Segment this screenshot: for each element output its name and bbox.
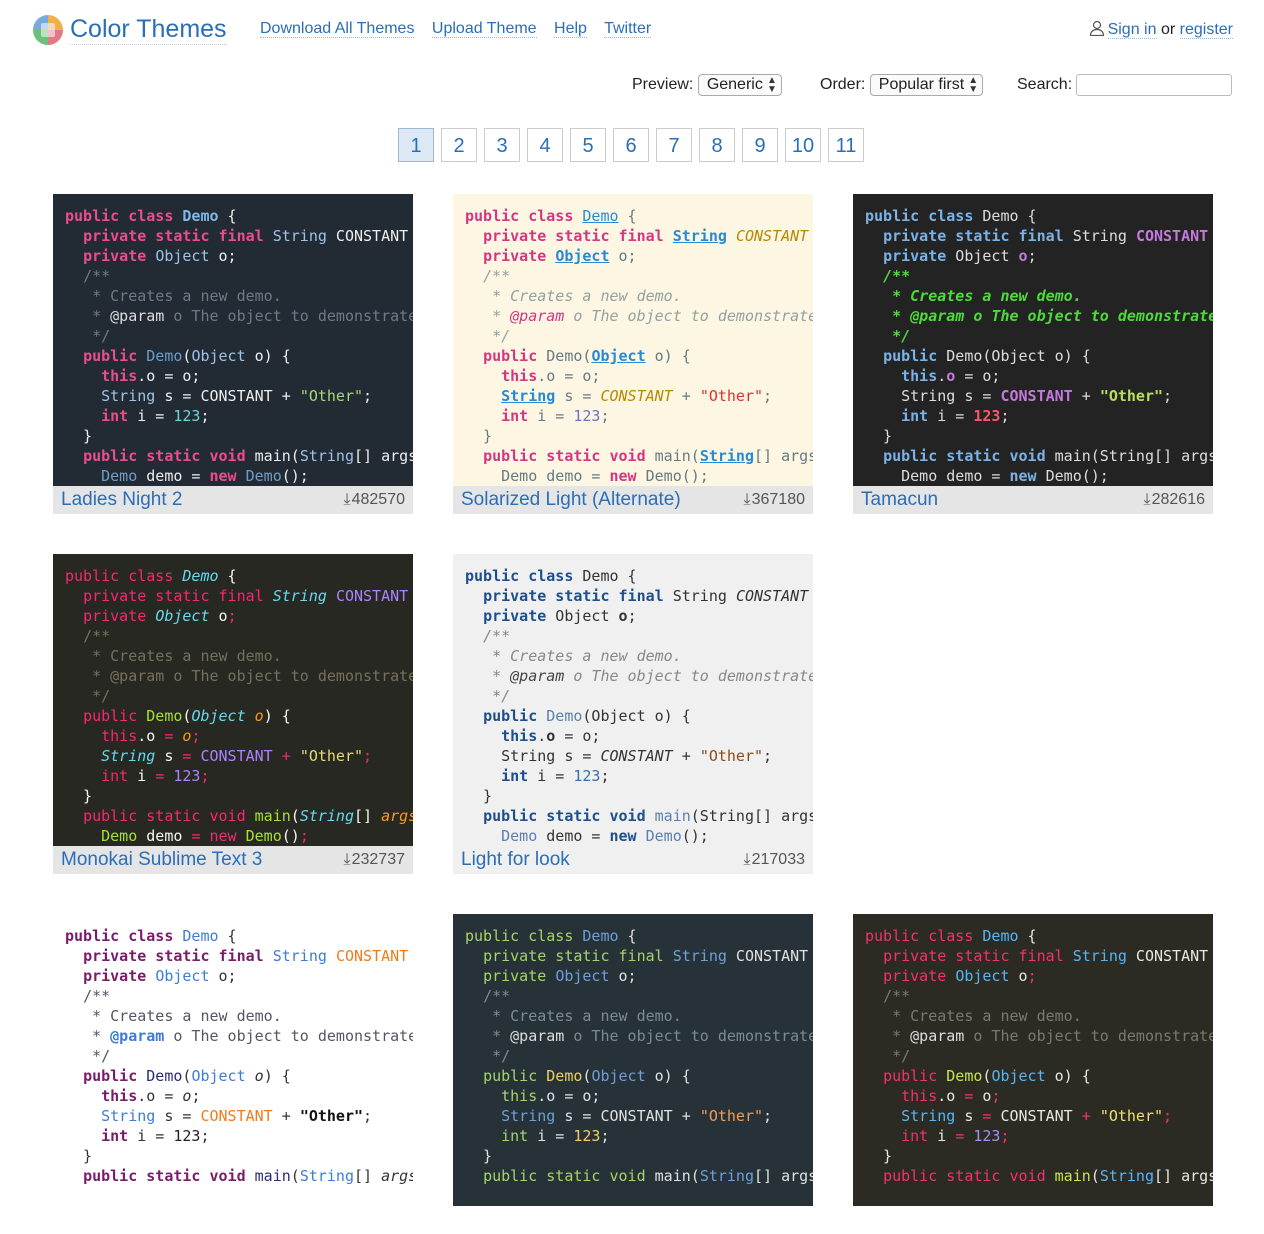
theme-card[interactable]: public class Demo { private static final… [853, 194, 1213, 514]
nav-twitter[interactable]: Twitter [604, 20, 652, 38]
order-select[interactable]: Popular first ▲ ▼ [869, 74, 984, 96]
user-icon [1089, 20, 1104, 36]
download-icon: ⤓ [743, 491, 751, 508]
logo-icon[interactable] [33, 15, 63, 45]
theme-name-link[interactable]: Solarized Light (Alternate) [461, 489, 681, 511]
select-arrows-icon: ▲ ▼ [766, 75, 777, 95]
theme-name-link[interactable]: Tamacun [861, 489, 938, 511]
theme-footer: Tamacun ⤓282616 [853, 486, 1213, 514]
theme-name-link[interactable]: Light for look [461, 849, 570, 871]
page-11[interactable]: 11 [828, 128, 864, 162]
preview-control: Preview: Generic ▲ ▼ [632, 74, 782, 96]
theme-card[interactable]: public class Demo { private static final… [453, 194, 813, 514]
download-icon: ⤓ [343, 491, 351, 508]
theme-name-link[interactable]: Monokai Sublime Text 3 [61, 849, 262, 871]
theme-footer: Monokai Sublime Text 3 ⤓232737 [53, 846, 413, 874]
auth-links: Sign in or register [1089, 20, 1233, 39]
preview-label: Preview: [632, 76, 694, 93]
code-preview: public class Demo { private static final… [453, 194, 813, 486]
page-1[interactable]: 1 [398, 128, 434, 162]
page-7[interactable]: 7 [656, 128, 692, 162]
theme-card[interactable]: public class Demo { private static final… [53, 554, 413, 874]
page-5[interactable]: 5 [570, 128, 606, 162]
theme-card[interactable]: public class Demo { private static final… [453, 554, 813, 874]
download-count-value: 367180 [751, 491, 805, 508]
theme-card[interactable]: public class Demo { private static final… [53, 914, 413, 1234]
page-2[interactable]: 2 [441, 128, 477, 162]
page-6[interactable]: 6 [613, 128, 649, 162]
theme-card[interactable]: public class Demo { private static final… [53, 194, 413, 514]
search-control: Search: [1017, 74, 1233, 96]
theme-name-link[interactable]: Ladies Night 2 [61, 489, 182, 511]
theme-footer: Solarized Light (Alternate) ⤓367180 [453, 486, 813, 514]
order-label: Order: [820, 76, 866, 93]
download-count[interactable]: ⤓367180 [744, 491, 805, 509]
nav-upload-theme[interactable]: Upload Theme [431, 20, 537, 38]
download-count-value: 482570 [351, 491, 405, 508]
page-9[interactable]: 9 [742, 128, 778, 162]
preview-select[interactable]: Generic ▲ ▼ [697, 74, 782, 96]
page-3[interactable]: 3 [484, 128, 520, 162]
code-preview: public class Demo { private static final… [53, 554, 413, 846]
nav-help[interactable]: Help [554, 20, 587, 38]
download-icon: ⤓ [343, 851, 351, 868]
theme-card[interactable]: public class Demo { private static final… [853, 914, 1213, 1234]
download-count[interactable]: ⤓482570 [344, 491, 405, 509]
preview-value: Generic [706, 76, 763, 93]
search-label: Search: [1017, 76, 1073, 94]
code-preview: public class Demo { private static final… [53, 194, 413, 486]
controls-bar: Preview: Generic ▲ ▼ Order: Popular first ▲… [0, 72, 1264, 100]
download-count-value: 217033 [751, 851, 805, 868]
theme-footer: Light for look ⤓217033 [453, 846, 813, 874]
download-count-value: 282616 [1151, 491, 1205, 508]
brand-link[interactable]: Color Themes [70, 14, 227, 45]
register-link[interactable]: register [1179, 21, 1233, 39]
download-count[interactable]: ⤓217033 [744, 851, 805, 869]
sign-in-link[interactable]: Sign in [1107, 21, 1157, 39]
page-4[interactable]: 4 [527, 128, 563, 162]
select-arrows-icon: ▲ ▼ [968, 75, 979, 95]
theme-footer: Ladies Night 2 ⤓482570 [53, 486, 413, 514]
code-preview: public class Demo { private static final… [853, 914, 1213, 1206]
or-text: or [1160, 21, 1176, 38]
download-count[interactable]: ⤓232737 [344, 851, 405, 869]
page-10[interactable]: 10 [785, 128, 821, 162]
download-count[interactable]: ⤓282616 [1144, 491, 1205, 509]
order-value: Popular first [878, 76, 965, 93]
header: Color Themes Download All Themes Upload … [0, 0, 1264, 60]
nav-download-all[interactable]: Download All Themes [260, 20, 415, 38]
code-preview: public class Demo { private static final… [53, 914, 413, 1206]
main-nav: Download All Themes Upload Theme Help Tw… [260, 20, 664, 38]
order-control: Order: Popular first ▲ ▼ [820, 74, 984, 96]
code-preview: public class Demo { private static final… [453, 554, 813, 846]
search-input[interactable] [1076, 74, 1233, 96]
code-preview: public class Demo { private static final… [853, 194, 1213, 486]
download-count-value: 232737 [351, 851, 405, 868]
page-8[interactable]: 8 [699, 128, 735, 162]
code-preview: public class Demo { private static final… [453, 914, 813, 1206]
download-icon: ⤓ [743, 851, 751, 868]
theme-card[interactable]: public class Demo { private static final… [453, 914, 813, 1234]
download-icon: ⤓ [1143, 491, 1151, 508]
